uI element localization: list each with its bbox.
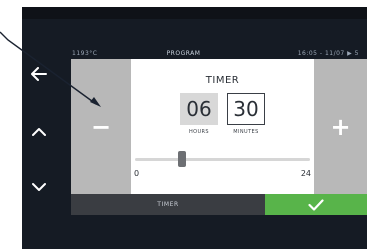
minus-icon: − — [90, 112, 112, 141]
timer-slider-thumb[interactable] — [178, 151, 187, 167]
chevron-down-icon — [32, 183, 46, 191]
hours-label: HOURS — [188, 129, 209, 135]
plus-icon: + — [330, 112, 351, 141]
checkmark-icon — [308, 198, 324, 211]
timer-slider-track[interactable] — [135, 158, 310, 161]
screen: 1193°C PROGRAM 16:05 - 11/07 ▶ 5 − TIMER… — [0, 0, 367, 249]
scroll-up-button[interactable] — [28, 121, 50, 143]
minutes-field[interactable]: 30 — [227, 93, 265, 125]
slider-min-label: 0 — [134, 169, 140, 178]
confirm-button[interactable] — [265, 194, 367, 215]
decrease-button[interactable]: − — [71, 59, 131, 194]
scroll-down-button[interactable] — [28, 176, 50, 198]
slider-max-label: 24 — [300, 169, 311, 178]
minutes-label: MINUTES — [233, 129, 259, 135]
device-top-bar — [22, 7, 367, 19]
hours-field[interactable]: 06 — [180, 93, 218, 125]
back-button[interactable] — [28, 63, 50, 85]
timer-title: TIMER — [205, 75, 240, 86]
tab-timer[interactable]: TIMER — [71, 194, 265, 215]
timer-card: TIMER 06 30 HOURS MINUTES 0 24 — [131, 59, 314, 194]
left-arrow-icon — [31, 67, 47, 81]
increase-button[interactable]: + — [314, 59, 367, 194]
chevron-up-icon — [32, 128, 46, 136]
